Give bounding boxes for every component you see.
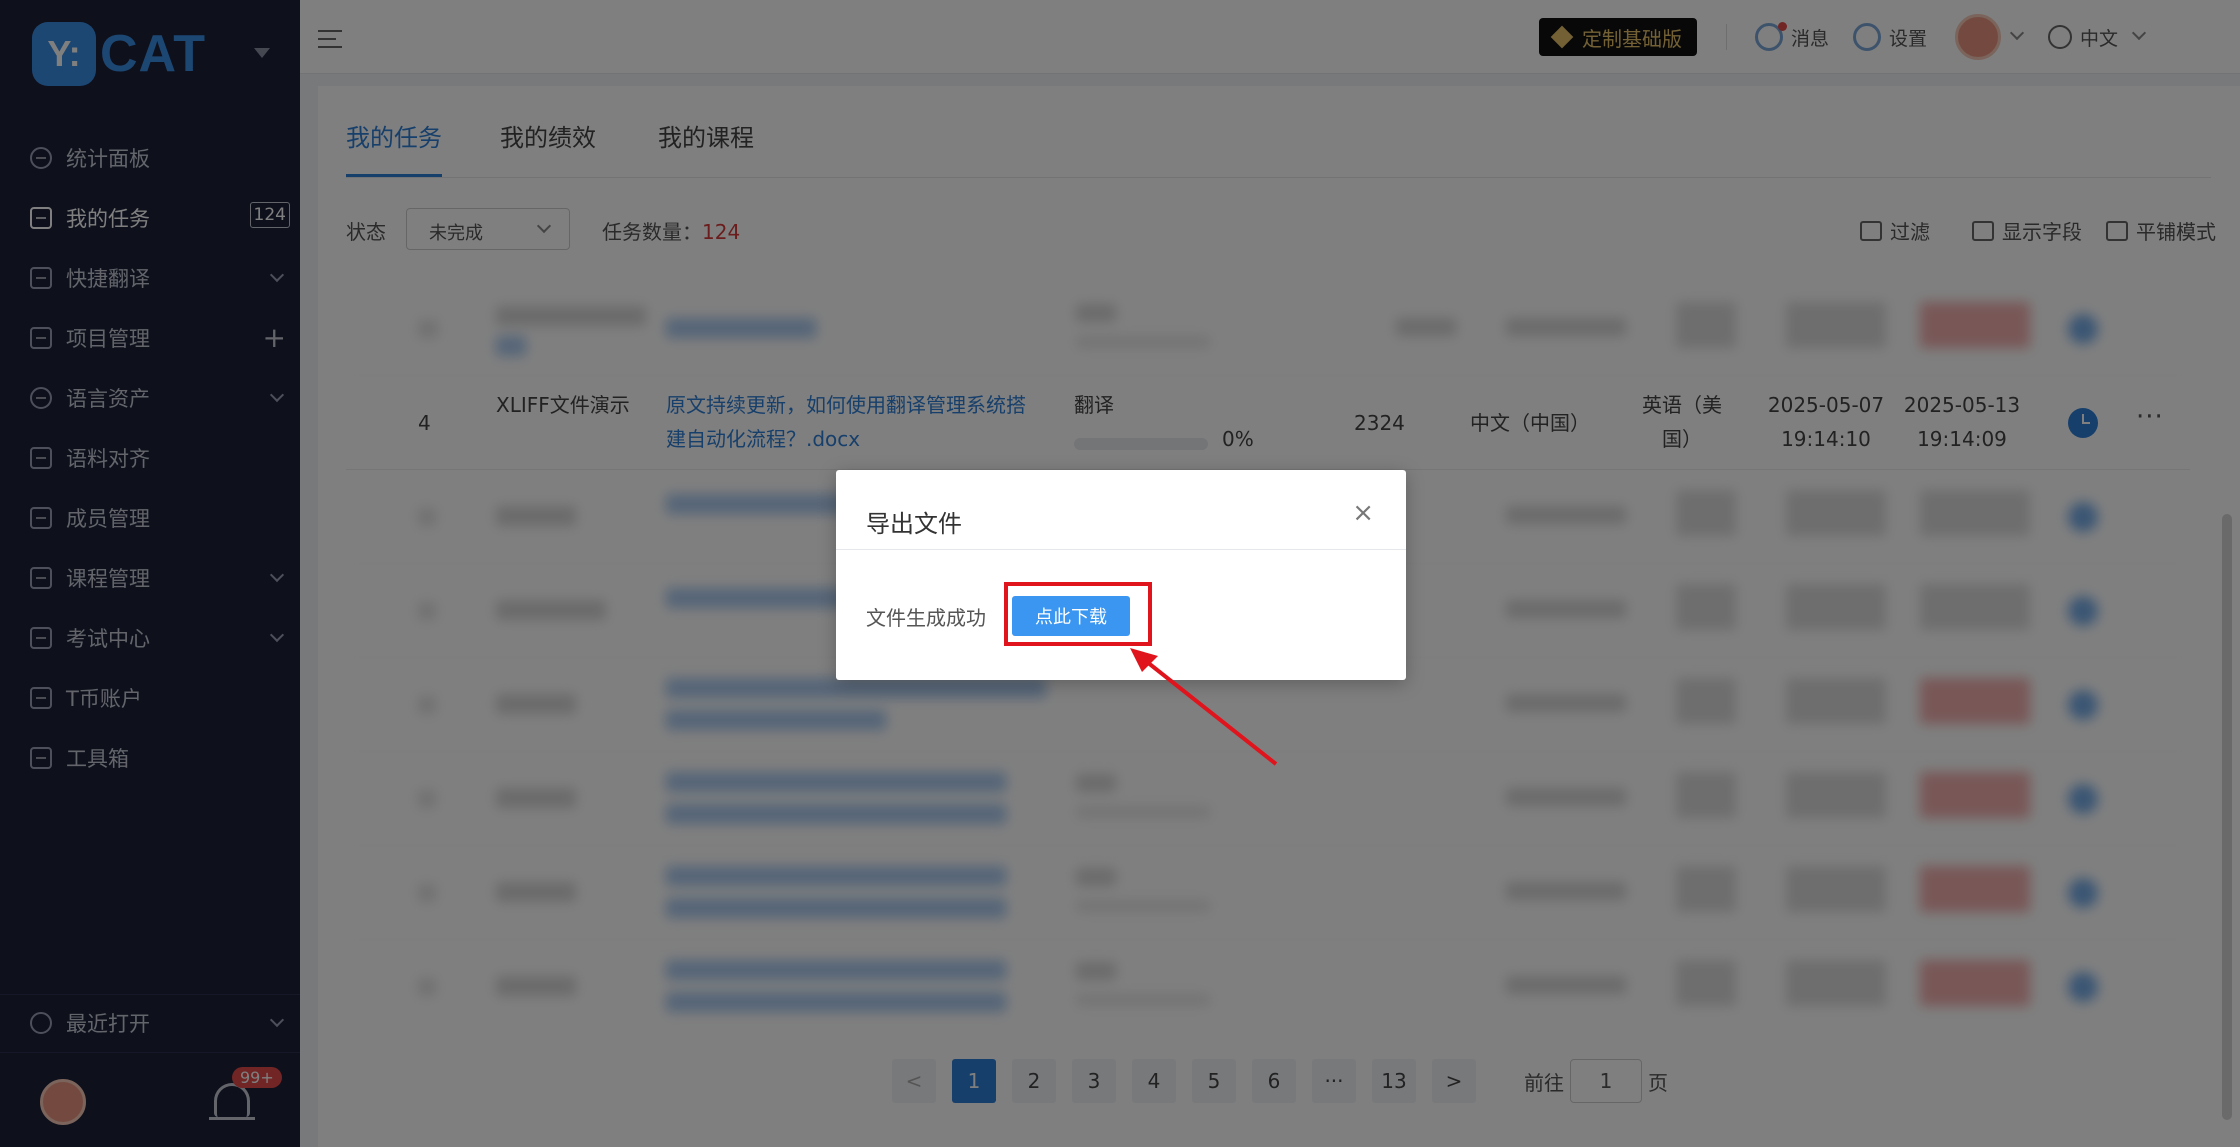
dialog-header: 导出文件 × xyxy=(836,470,1406,550)
dialog-message: 文件生成成功 xyxy=(866,606,986,630)
close-icon[interactable]: × xyxy=(1352,498,1374,528)
dialog-title: 导出文件 xyxy=(866,510,962,538)
highlight-box xyxy=(1004,582,1152,646)
annotation-arrow xyxy=(1130,648,1278,766)
